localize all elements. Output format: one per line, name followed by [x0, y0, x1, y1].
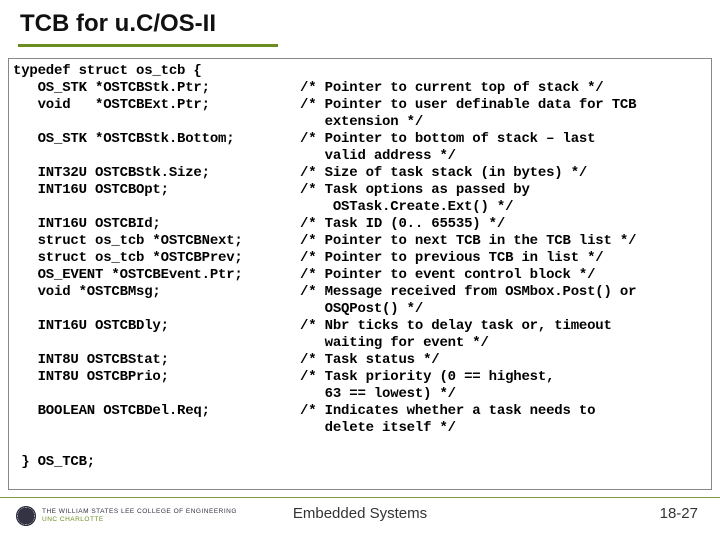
footer-rule: [0, 497, 720, 498]
slide: TCB for u.C/OS-II typedef struct os_tcb …: [0, 0, 720, 540]
page-number: 18-27: [660, 505, 698, 522]
code-block: typedef struct os_tcb { OS_STK *OSTCBStk…: [8, 58, 712, 490]
footer-center-text: Embedded Systems: [0, 505, 720, 522]
code-text: typedef struct os_tcb { OS_STK *OSTCBStk…: [13, 63, 707, 471]
title-underline: [18, 44, 278, 47]
slide-title: TCB for u.C/OS-II: [20, 10, 216, 38]
